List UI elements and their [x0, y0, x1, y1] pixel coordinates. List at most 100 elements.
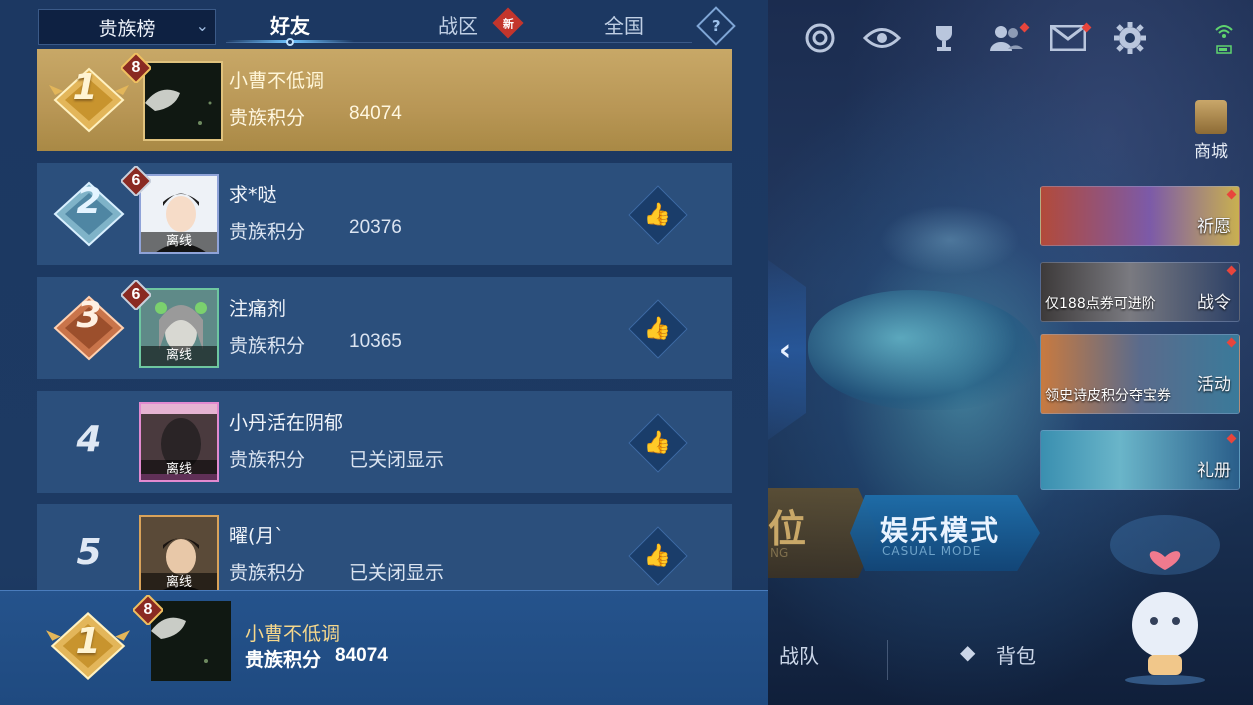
player-name: 小曹不低调	[245, 623, 341, 645]
level-badge: 8	[119, 51, 153, 85]
level-number: 8	[143, 601, 153, 618]
avatar[interactable]	[143, 61, 223, 141]
thumbs-up-icon: 👍	[644, 543, 672, 569]
bag-icon: ◆	[960, 640, 976, 664]
promo-label: 活动	[1197, 375, 1231, 395]
eye-icon[interactable]	[862, 18, 902, 58]
promo-label: 礼册	[1197, 461, 1231, 481]
notification-dot	[1226, 433, 1237, 444]
offline-status: 离线	[141, 232, 217, 252]
collapse-panel-button[interactable]: ‹	[768, 260, 806, 440]
avatar[interactable]: 离线	[139, 174, 219, 254]
target-icon[interactable]	[800, 18, 840, 58]
rank-number: 1	[72, 67, 98, 108]
avatar[interactable]: 离线	[139, 402, 219, 482]
leaderboard-row[interactable]: 2 离线 6 求*哒 贵族积分 20376 👍	[37, 163, 732, 265]
score-label: 贵族积分	[229, 449, 306, 471]
level-number: 6	[131, 172, 141, 189]
avatar[interactable]: 离线	[139, 288, 219, 368]
score-value: 已关闭显示	[349, 563, 445, 584]
rank-number: 2	[76, 181, 102, 222]
leaderboard-panel: 贵族榜 ⌄ 好友 战区 新 全国 ? 1 8 小曹不低调 贵族积分 84074 …	[0, 0, 768, 705]
active-tab-indicator	[286, 38, 294, 46]
mascot-assistant[interactable]	[1110, 515, 1220, 685]
promo-events[interactable]: 领史诗皮积分夺宝券 活动	[1040, 334, 1240, 414]
notification-dot	[1226, 189, 1237, 200]
divider	[887, 640, 888, 680]
level-number: 6	[131, 286, 141, 303]
avatar[interactable]: 离线	[139, 515, 219, 595]
score-label: 贵族积分	[229, 335, 306, 357]
promo-wish[interactable]: 祈愿	[1040, 186, 1240, 246]
leaderboard-type-dropdown[interactable]: 贵族榜 ⌄	[38, 9, 216, 45]
level-badge: 6	[119, 278, 153, 312]
leaderboard-row[interactable]: 1 8 小曹不低调 贵族积分 84074	[37, 49, 732, 151]
avatar-image	[145, 63, 221, 139]
notification-dot	[1226, 265, 1237, 276]
score-value: 20376	[349, 217, 402, 238]
chevron-down-icon: ⌄	[195, 16, 209, 35]
offline-status: 离线	[141, 346, 217, 366]
tab-region[interactable]: 战区	[410, 10, 506, 42]
offline-status: 离线	[141, 460, 217, 480]
thumbs-up-icon: 👍	[644, 430, 672, 456]
dropdown-label: 贵族榜	[98, 17, 156, 40]
shop-label: 商城	[1194, 142, 1228, 162]
rank-number: 1	[75, 621, 101, 662]
notification-dot	[1226, 337, 1237, 348]
score-label: 贵族积分	[229, 562, 306, 584]
nav-team[interactable]: 战队	[779, 640, 819, 669]
my-rank-bar: 1 8 小曹不低调 贵族积分 84074	[0, 590, 768, 705]
top-icon-bar	[800, 18, 1150, 58]
shop-button[interactable]: 商城	[1188, 100, 1234, 162]
score-label: 贵族积分	[229, 221, 306, 243]
settings-gear-icon[interactable]	[1110, 18, 1150, 58]
tab-national[interactable]: 全国	[576, 10, 672, 42]
mail-icon[interactable]	[1048, 18, 1092, 58]
leaderboard-row[interactable]: 3 离线 6 注痛剂 贵族积分 10365 👍	[37, 277, 732, 379]
like-button[interactable]: 👍	[628, 413, 688, 473]
trophy-icon[interactable]	[924, 18, 964, 58]
thumbs-up-icon: 👍	[644, 316, 672, 342]
help-glyph: ?	[711, 16, 721, 35]
rank-number: 3	[76, 295, 102, 336]
wifi-battery-icon	[1215, 25, 1233, 54]
mode-title: 位	[768, 507, 807, 551]
avatar[interactable]	[151, 601, 231, 681]
rank-number: 4	[76, 419, 102, 460]
leaderboard-row[interactable]: 4 离线 小丹活在阴郁 贵族积分 已关闭显示 👍	[37, 391, 732, 493]
level-badge: 6	[119, 164, 153, 198]
leaderboard-row[interactable]: 5 离线 曜(月` 贵族积分 已关闭显示 👍	[37, 504, 732, 595]
friends-icon[interactable]	[986, 18, 1030, 58]
level-badge: 8	[131, 593, 165, 627]
mode-subtitle: CASUAL MODE	[882, 544, 982, 558]
score-label: 贵族积分	[229, 107, 306, 129]
mode-title: 娱乐模式	[880, 514, 1001, 547]
like-button[interactable]: 👍	[628, 299, 688, 359]
score-value: 已关闭显示	[349, 450, 445, 471]
score-value: 10365	[349, 331, 402, 352]
promo-gift-book[interactable]: 礼册	[1040, 430, 1240, 490]
player-name: 注痛剂	[229, 298, 287, 320]
promo-battle-pass[interactable]: 仅188点券可进阶 战令	[1040, 262, 1240, 322]
promo-sub: 领史诗皮积分夺宝券	[1045, 388, 1171, 404]
level-number: 8	[131, 59, 141, 76]
like-button[interactable]: 👍	[628, 526, 688, 586]
thumbs-up-icon: 👍	[644, 202, 672, 228]
new-badge-label: 新	[502, 17, 514, 30]
avatar-image	[151, 601, 231, 681]
mode-subtitle: NG	[770, 546, 789, 560]
player-name: 曜(月`	[229, 525, 284, 547]
help-icon[interactable]: ?	[696, 6, 736, 46]
player-name: 求*哒	[229, 184, 277, 206]
score-value: 84074	[349, 103, 402, 124]
score-value: 84074	[335, 645, 388, 666]
player-name: 小曹不低调	[229, 70, 325, 92]
nav-bag[interactable]: 背包	[996, 640, 1036, 669]
promo-label: 祈愿	[1197, 217, 1231, 237]
like-button[interactable]: 👍	[628, 185, 688, 245]
rank-number: 5	[76, 532, 102, 573]
casual-mode-button[interactable]: 娱乐模式 CASUAL MODE	[850, 495, 1040, 571]
promo-label: 战令	[1197, 293, 1231, 313]
score-label: 贵族积分	[245, 649, 322, 671]
